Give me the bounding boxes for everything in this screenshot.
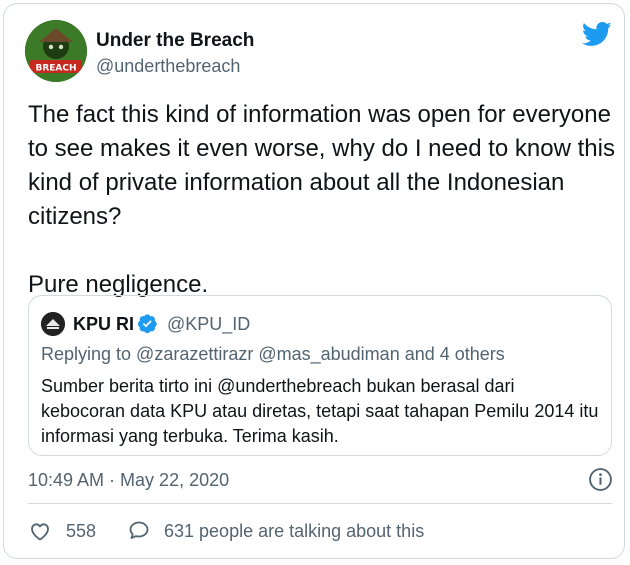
tweet-card: BREACH Under the Breach @underthebreach … xyxy=(3,3,625,559)
talking-about-link[interactable]: 631 people are talking about this xyxy=(164,521,424,542)
quoted-tweet-text: Sumber berita tirto ini @underthebreach … xyxy=(41,376,599,446)
divider xyxy=(28,503,612,504)
replying-to-line[interactable]: Replying to @zarazettirazr @mas_abudiman… xyxy=(41,344,505,365)
twitter-bird-icon[interactable] xyxy=(580,19,614,49)
avatar-logo-text: BREACH xyxy=(35,64,76,74)
quoted-author-handle[interactable]: @KPU_ID xyxy=(167,314,250,335)
like-count[interactable]: 558 xyxy=(66,521,96,542)
reply-icon[interactable] xyxy=(127,518,151,542)
tweet-text: The fact this kind of information was op… xyxy=(28,101,615,298)
heart-icon[interactable] xyxy=(28,519,52,543)
quoted-author-name: KPU RI xyxy=(73,314,135,334)
quoted-tweet[interactable]: KPU RI @KPU_ID Replying to @zarazettiraz… xyxy=(28,295,612,456)
info-icon[interactable] xyxy=(588,467,613,492)
tweet-timestamp[interactable]: 10:49 AM · May 22, 2020 xyxy=(28,470,229,491)
verified-badge-icon xyxy=(137,314,157,334)
author-avatar[interactable]: BREACH xyxy=(25,20,87,82)
author-handle[interactable]: @underthebreach xyxy=(96,56,240,77)
author-name[interactable]: Under the Breach xyxy=(96,30,254,52)
quoted-author-avatar[interactable] xyxy=(41,312,65,336)
